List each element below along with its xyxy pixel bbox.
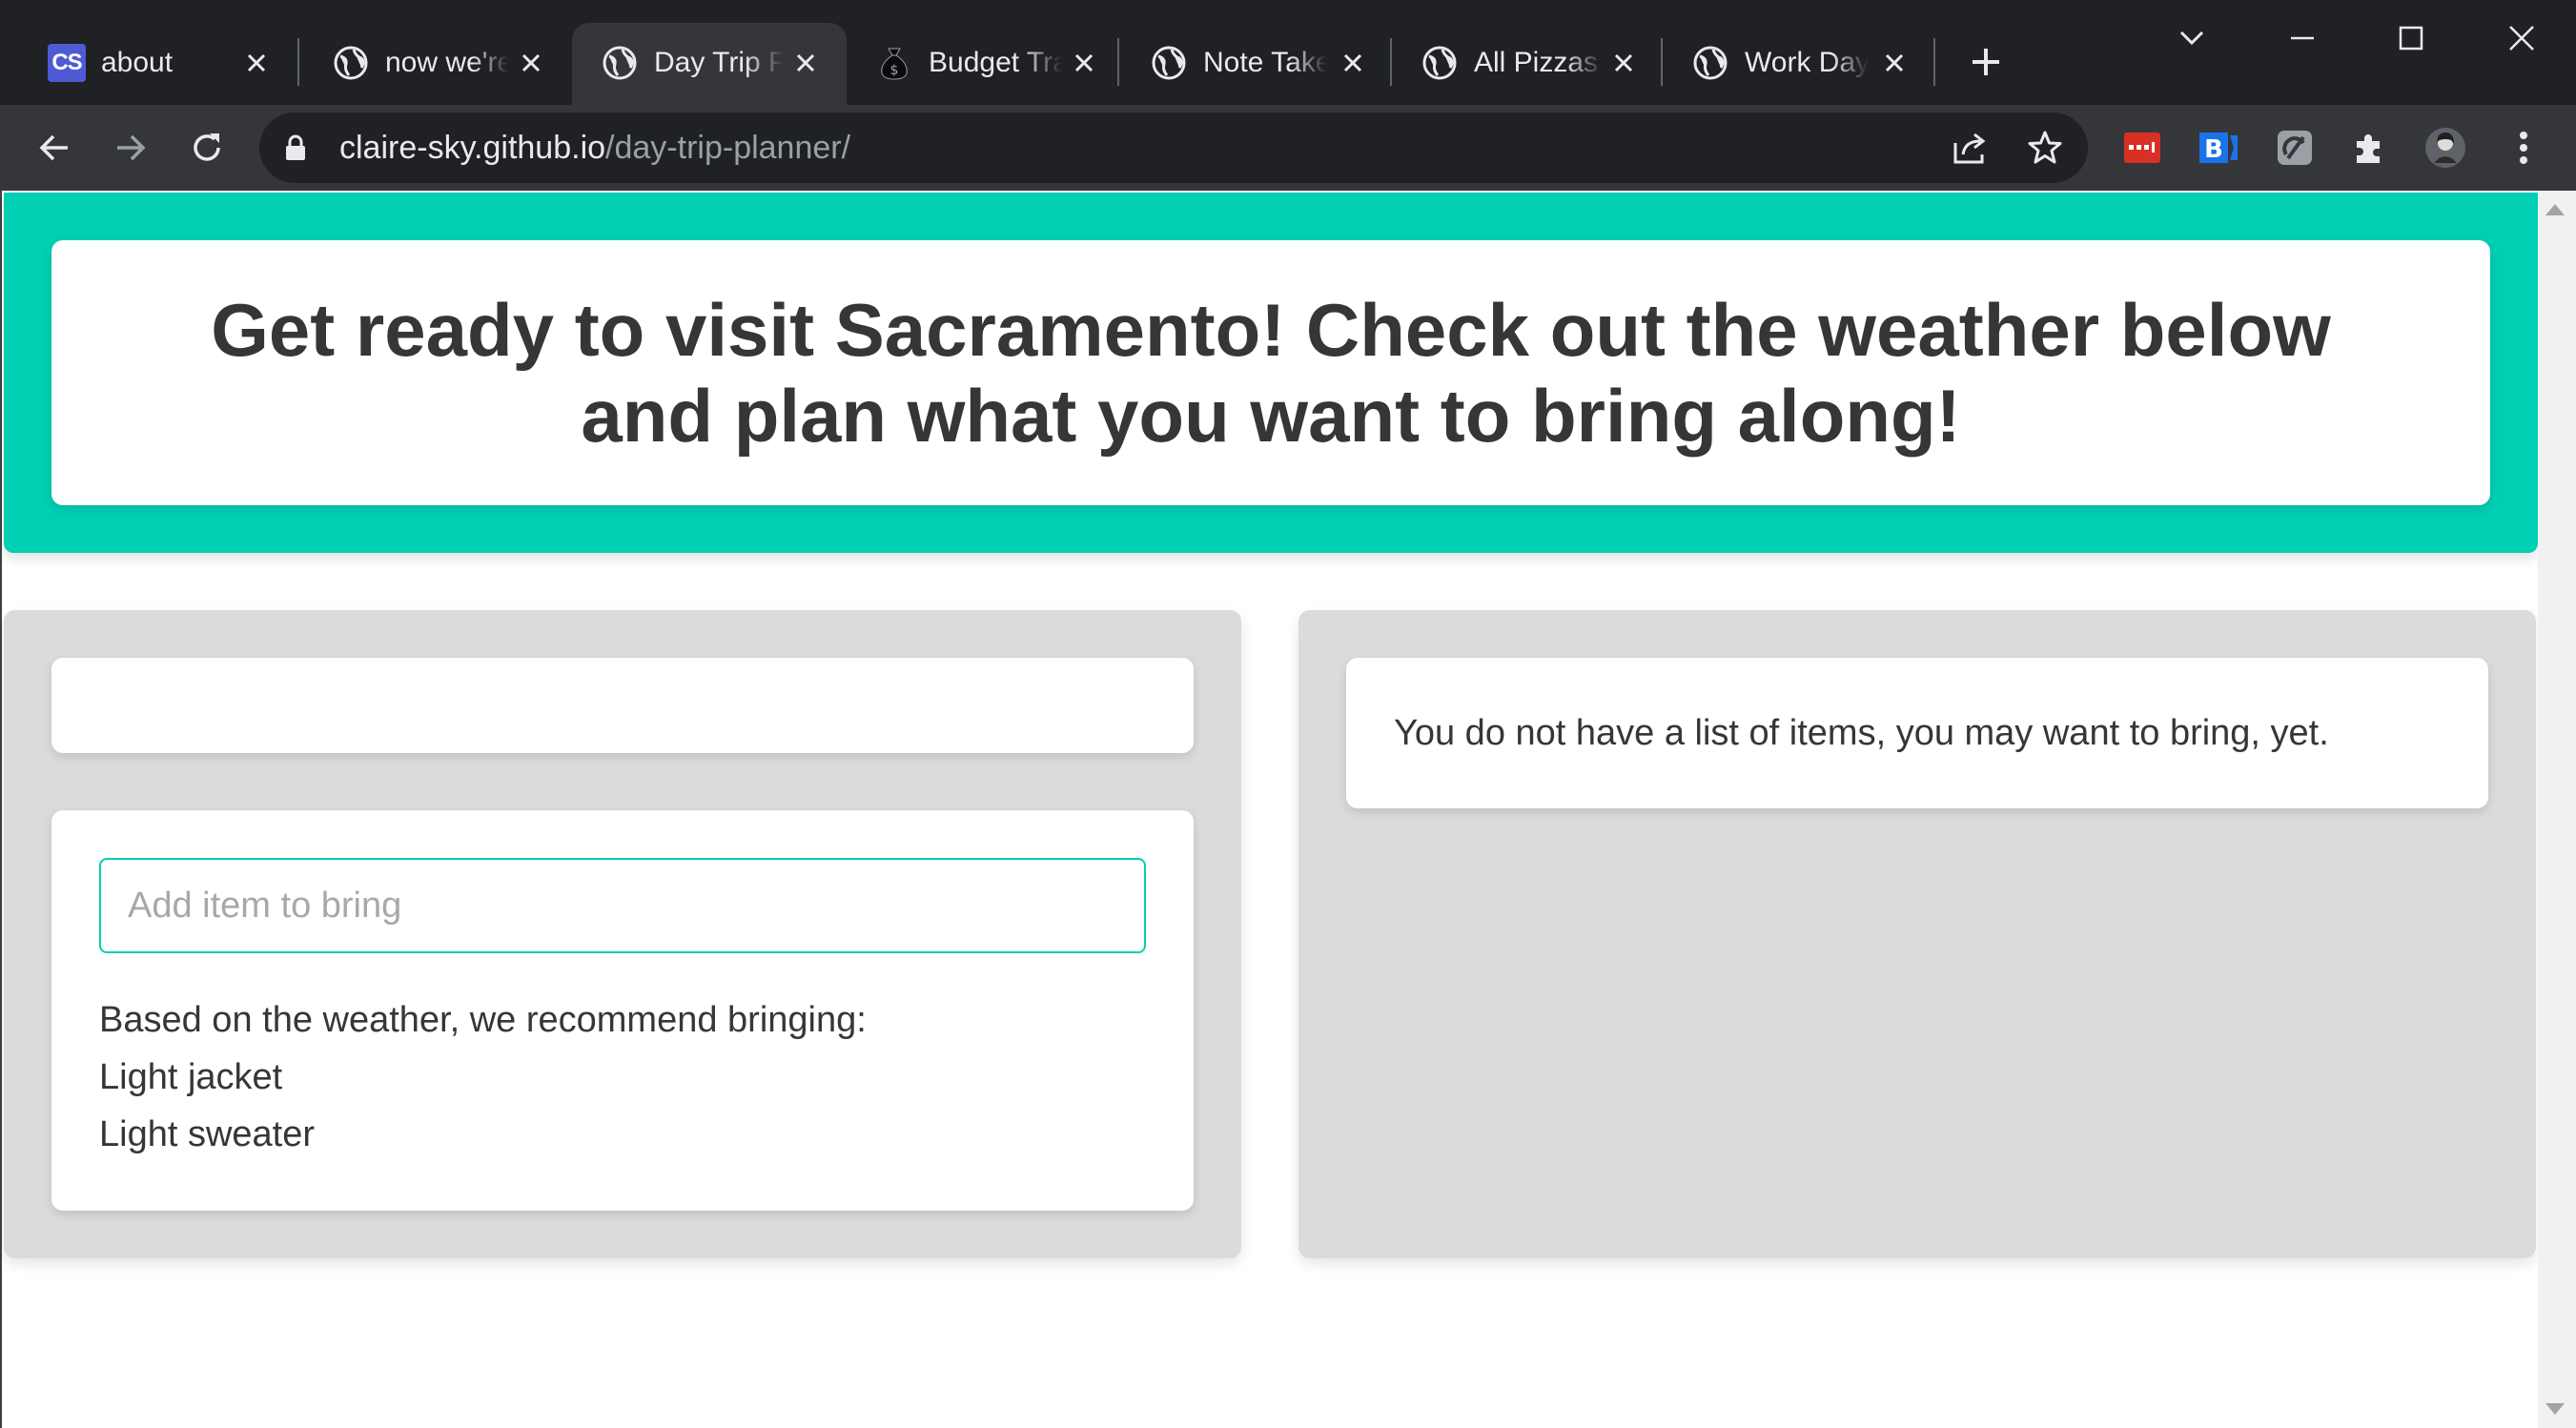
tab-separator xyxy=(297,38,299,86)
svg-text:$: $ xyxy=(890,63,899,78)
globe-icon xyxy=(1421,44,1459,82)
close-tab-icon[interactable] xyxy=(789,47,822,79)
tab-day-trip-planner[interactable]: Day Trip Planner xyxy=(572,23,847,105)
tab-title: Day Trip Planner xyxy=(654,47,784,78)
recommendation-item: Light jacket xyxy=(99,1057,283,1097)
close-tab-icon[interactable] xyxy=(515,47,547,79)
lock-icon[interactable] xyxy=(284,133,307,167)
maximize-button[interactable] xyxy=(2378,10,2444,67)
bring-items-card: Based on the weather, we recommend bring… xyxy=(51,810,1194,1211)
close-tab-icon[interactable] xyxy=(1607,47,1640,79)
extension-b-icon[interactable]: B xyxy=(2195,124,2242,172)
right-panel: You do not have a list of items, you may… xyxy=(1298,610,2536,1258)
forward-button[interactable] xyxy=(105,122,156,173)
hero-banner: Get ready to visit Sacramento! Check out… xyxy=(4,193,2538,553)
tab-strip: CS about now we're Day Trip Planner $ Bu… xyxy=(0,0,2576,105)
cs-logo-icon: CS xyxy=(48,44,86,82)
globe-icon xyxy=(1150,44,1188,82)
address-bar[interactable]: claire-sky.github.io/day-trip-planner/ xyxy=(259,112,2088,183)
money-bag-icon: $ xyxy=(875,44,913,82)
tab-budget-tracker[interactable]: $ Budget Tracker xyxy=(847,23,1117,105)
close-window-button[interactable] xyxy=(2488,10,2555,67)
recommendation-item: Light sweater xyxy=(99,1114,316,1154)
reload-button[interactable] xyxy=(181,122,233,173)
close-tab-icon[interactable] xyxy=(1878,47,1911,79)
add-item-input[interactable] xyxy=(99,858,1146,953)
globe-icon xyxy=(601,44,639,82)
globe-icon xyxy=(332,44,370,82)
scroll-down-arrow-icon[interactable] xyxy=(2545,1403,2565,1415)
extension-red-icon[interactable] xyxy=(2118,124,2166,172)
url-path: /day-trip-planner/ xyxy=(605,130,851,166)
page-viewport: Get ready to visit Sacramento! Check out… xyxy=(0,191,2576,1428)
page-title: Get ready to visit Sacramento! Check out… xyxy=(211,288,2331,458)
share-icon[interactable] xyxy=(1949,126,1993,170)
profile-avatar[interactable] xyxy=(2422,124,2469,172)
tab-now-were[interactable]: now we're xyxy=(303,23,570,105)
tab-work-day[interactable]: Work Day xyxy=(1663,23,1933,105)
tab-title: Budget Tracker xyxy=(929,47,1062,78)
browser-menu-icon[interactable] xyxy=(2500,124,2547,172)
tab-note-taker[interactable]: Note Taker xyxy=(1121,23,1388,105)
page-scrollbar[interactable] xyxy=(2538,191,2576,1428)
left-panel: Based on the weather, we recommend bring… xyxy=(4,610,1241,1258)
weather-card xyxy=(51,658,1194,753)
url-text[interactable]: claire-sky.github.io/day-trip-planner/ xyxy=(339,112,850,183)
close-tab-icon[interactable] xyxy=(1337,47,1369,79)
globe-icon xyxy=(1691,44,1729,82)
tab-title: now we're xyxy=(385,47,509,78)
minimize-button[interactable] xyxy=(2269,10,2336,67)
close-tab-icon[interactable] xyxy=(1068,47,1100,79)
url-domain: claire-sky.github.io xyxy=(339,130,606,166)
tab-about[interactable]: CS about xyxy=(19,23,296,105)
recommendations: Based on the weather, we recommend bring… xyxy=(99,991,867,1163)
extensions-puzzle-icon[interactable] xyxy=(2345,124,2393,172)
tab-separator xyxy=(1933,38,1935,86)
bookmark-star-icon[interactable] xyxy=(2023,126,2067,170)
recommend-intro: Based on the weather, we recommend bring… xyxy=(99,1000,867,1040)
tab-title: Note Taker xyxy=(1203,47,1327,78)
tab-title: All Pizzas xyxy=(1474,47,1599,78)
items-list-card: You do not have a list of items, you may… xyxy=(1346,658,2488,808)
browser-toolbar: claire-sky.github.io/day-trip-planner/ B xyxy=(0,105,2576,191)
tab-title: about xyxy=(101,47,174,78)
tab-all-pizzas[interactable]: All Pizzas xyxy=(1392,23,1663,105)
back-button[interactable] xyxy=(29,122,80,173)
scroll-up-arrow-icon[interactable] xyxy=(2545,204,2565,215)
empty-list-message: You do not have a list of items, you may… xyxy=(1394,713,2329,753)
hero-card: Get ready to visit Sacramento! Check out… xyxy=(51,240,2490,505)
new-tab-button[interactable] xyxy=(1960,36,2012,88)
svg-text:B: B xyxy=(2204,135,2223,164)
tab-title: Work Day xyxy=(1745,47,1869,78)
close-tab-icon[interactable] xyxy=(240,47,273,79)
extension-speed-icon[interactable] xyxy=(2271,124,2319,172)
tab-separator xyxy=(1117,38,1119,86)
tab-search-button[interactable] xyxy=(2158,10,2225,67)
